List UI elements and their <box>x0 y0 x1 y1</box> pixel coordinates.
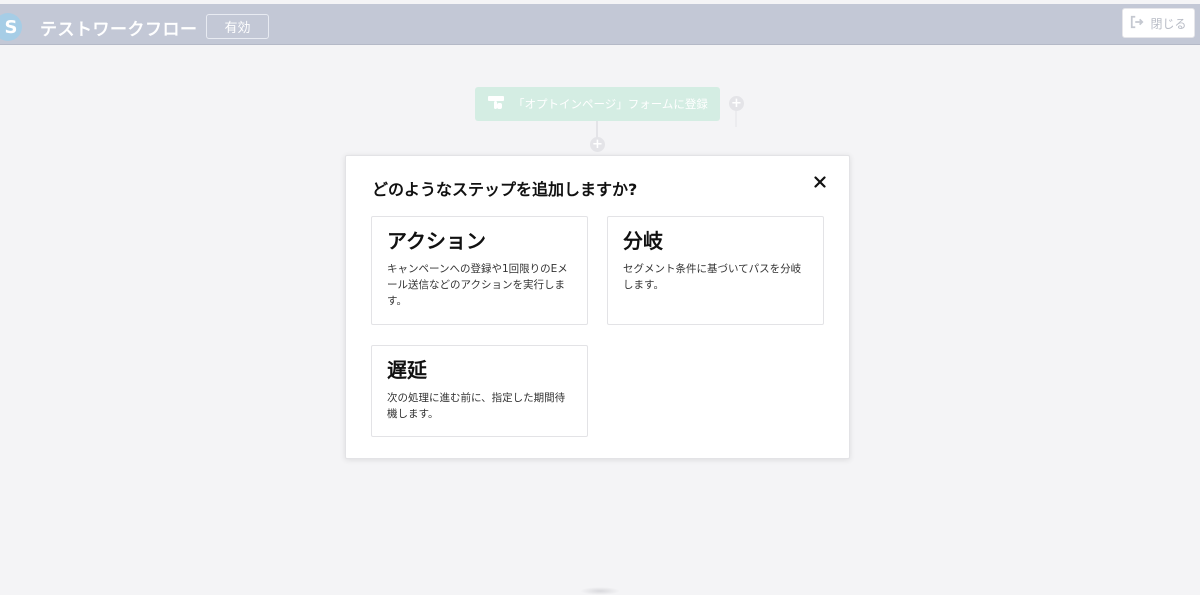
option-branch-card[interactable]: 分岐 セグメント条件に基づいてパスを分岐します。 <box>607 216 824 325</box>
option-branch-description: セグメント条件に基づいてパスを分岐します。 <box>623 263 802 291</box>
branch-connector-line <box>735 111 737 127</box>
option-action-title: アクション <box>387 229 486 253</box>
option-delay-title: 遅延 <box>387 358 427 382</box>
canvas-scroll-hint <box>580 587 620 595</box>
modal-close-button[interactable] <box>812 174 828 190</box>
option-delay-description: 次の処理に進む前に、指定した期間待機します。 <box>387 392 566 420</box>
option-action-description: キャンペーンへの登録や1回限りのEメール送信などのアクションを実行します。 <box>387 263 568 307</box>
sign-out-icon <box>1130 15 1144 32</box>
add-step-modal: どのようなステップを追加しますか? アクション キャンペーンへの登録や1回限りの… <box>345 155 850 459</box>
workflow-title[interactable]: テストワークフロー <box>40 15 198 40</box>
close-button[interactable]: 閉じる <box>1122 8 1195 38</box>
close-icon <box>814 173 826 192</box>
trigger-label: 「オプトインページ」フォームに登録 <box>513 97 708 111</box>
add-branch-plus-icon[interactable]: + <box>729 96 744 111</box>
form-hand-icon <box>487 95 505 114</box>
app-header: S テストワークフロー 有効 閉じる <box>0 4 1200 45</box>
trigger-node[interactable]: 「オプトインページ」フォームに登録 <box>475 87 720 121</box>
app-logo[interactable]: S <box>0 13 22 41</box>
status-toggle-button[interactable]: 有効 <box>206 14 269 39</box>
option-branch-title: 分岐 <box>623 229 663 253</box>
close-button-label: 閉じる <box>1150 16 1187 31</box>
option-action-card[interactable]: アクション キャンペーンへの登録や1回限りのEメール送信などのアクションを実行し… <box>371 216 588 325</box>
option-delay-card[interactable]: 遅延 次の処理に進む前に、指定した期間待機します。 <box>371 345 588 437</box>
add-step-plus-icon[interactable]: + <box>590 137 605 152</box>
modal-title: どのようなステップを追加しますか? <box>372 180 638 199</box>
